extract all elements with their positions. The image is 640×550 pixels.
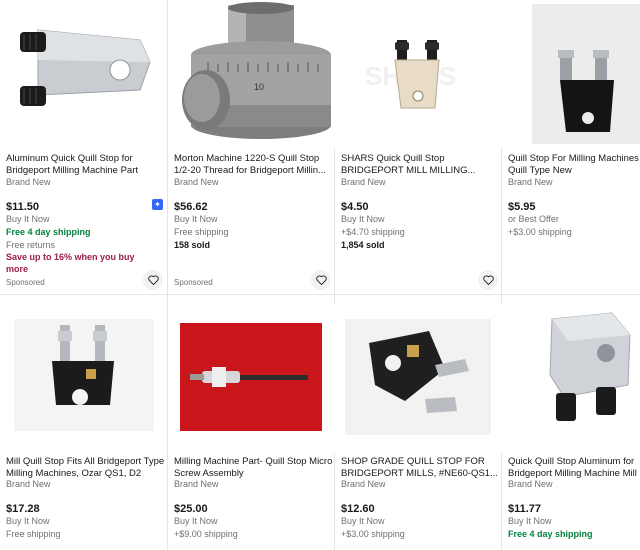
listing-card[interactable]: Milling Machine Part- Quill Stop Micro S… [168, 0, 335, 550]
purchase-format: Buy It Now [6, 516, 50, 526]
listing-title[interactable]: Mill Quill Stop Fits All Bridgeport Type… [6, 456, 166, 480]
listing-condition: Brand New [508, 479, 553, 489]
shipping-info: Free shipping [6, 529, 61, 539]
listing-condition: Brand New [6, 479, 51, 489]
listing-condition: Brand New [341, 479, 386, 489]
listing-title[interactable]: Quick Quill Stop Aluminum for Bridgeport… [508, 456, 640, 480]
listing-card[interactable]: Quick Quill Stop Aluminum for Bridgeport… [502, 0, 640, 550]
shipping-info: +$3.00 shipping [341, 529, 405, 539]
purchase-format: Buy It Now [174, 516, 218, 526]
listing-price: $12.60 [341, 503, 375, 515]
shipping-info: Free 4 day shipping [508, 529, 593, 539]
listing-title[interactable]: Milling Machine Part- Quill Stop Micro S… [174, 456, 334, 480]
listing-price: $11.77 [508, 503, 542, 515]
listing-price: $17.28 [6, 503, 40, 515]
listing-condition: Brand New [174, 479, 219, 489]
listing-card[interactable]: SHOP GRADE QUILL STOP FOR BRIDGEPORT MIL… [335, 0, 502, 550]
listing-price: $25.00 [174, 503, 208, 515]
listing-image[interactable] [0, 305, 167, 453]
purchase-format: Buy It Now [341, 516, 385, 526]
listing-image[interactable] [502, 305, 640, 453]
listing-image[interactable] [168, 305, 335, 453]
shipping-info: +$9.00 shipping [174, 529, 238, 539]
listing-title[interactable]: SHOP GRADE QUILL STOP FOR BRIDGEPORT MIL… [341, 456, 501, 480]
search-results-grid: Aluminum Quick Quill Stop for Bridgeport… [0, 0, 640, 550]
listing-image[interactable] [335, 305, 502, 453]
listing-card[interactable]: Mill Quill Stop Fits All Bridgeport Type… [0, 0, 167, 550]
purchase-format: Buy It Now [508, 516, 552, 526]
